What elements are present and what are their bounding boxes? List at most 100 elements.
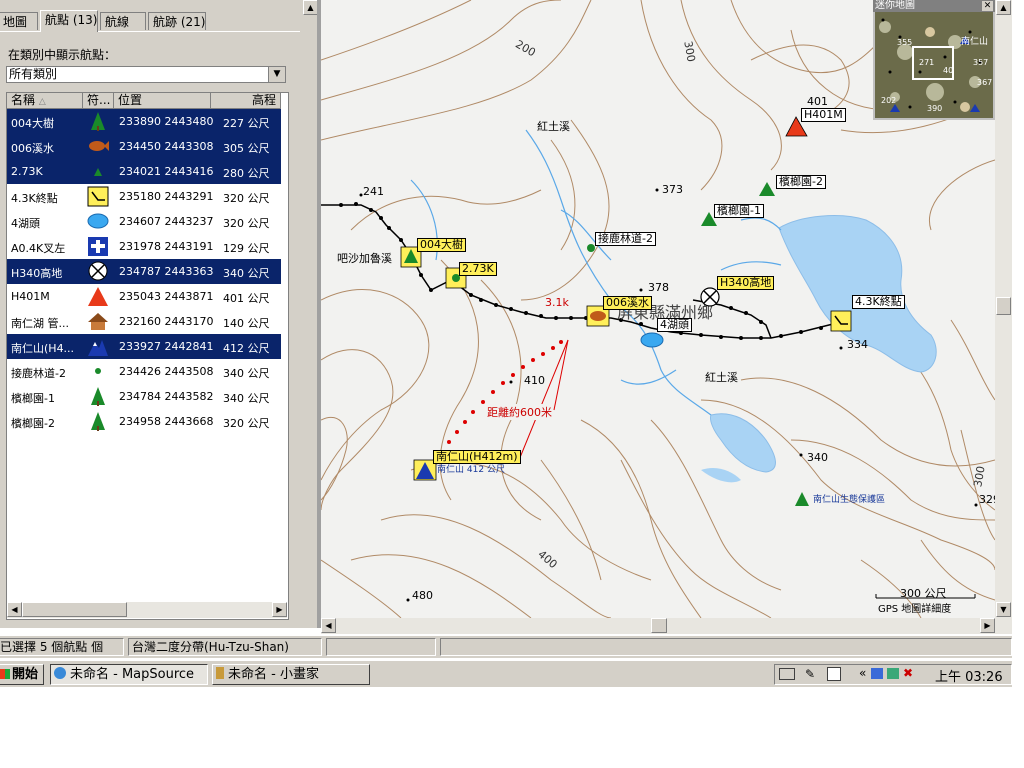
disconnected-icon[interactable]: ✖ [903,666,913,680]
column-header-elevation[interactable]: 高程 [211,93,281,109]
table-row[interactable]: H401M 235043 2443871 401 公尺 [7,284,281,309]
map-horizontal-scrollbar[interactable]: ◀ ▶ [321,618,995,634]
list-horizontal-scrollbar[interactable]: ◀ ▶ [7,602,287,618]
place-label: 紅土溪 [705,371,738,384]
minimap-window[interactable]: 迷你地圖 ✕ 355 南仁山 271 357 367 40 202 390 [873,0,995,120]
scroll-up-icon[interactable]: ▲ [996,0,1011,15]
waypoint-name: A0.4K叉左 [11,242,66,255]
minimap-label: 202 [881,96,897,105]
place-label: 紅土溪 [537,120,570,133]
scale-caption: GPS 地圖詳細度 [878,604,952,615]
waypoint-panel: 地圖 航點 (13) 航線 航跡 (21) 在類別中顯示航點： 所有類別 ▼ 名… [0,0,303,628]
spot-height-label: 334 [847,338,868,351]
waypoint-label[interactable]: 檳榔園-2 [776,175,826,189]
keyboard-icon[interactable] [779,668,795,680]
waypoint-label[interactable]: 006溪水 [603,296,652,310]
scroll-thumb[interactable] [651,618,667,633]
scroll-thumb[interactable] [996,297,1011,315]
sync-icon[interactable] [887,668,899,679]
waypoint-position: 234450 2443308 [119,140,214,153]
waypoint-position: 231978 2443191 [119,240,214,253]
waypoint-elevation: 320 公尺 [223,192,270,205]
spot-height-label: 340 [807,451,828,464]
waypoint-label[interactable]: 檳榔園-1 [714,204,764,218]
table-row[interactable]: 檳榔園-2 234958 2443668 320 公尺 [7,409,281,434]
minimap-label: 南仁山 [961,37,989,47]
column-header-position[interactable]: 位置 [114,93,211,109]
scroll-up-icon[interactable]: ▲ [303,0,318,15]
waypoint-elevation: 140 公尺 [223,317,270,330]
chevron-down-icon[interactable]: ▼ [268,67,285,82]
scroll-left-icon[interactable]: ◀ [321,618,336,633]
scroll-right-icon[interactable]: ▶ [272,602,287,617]
scroll-right-icon[interactable]: ▶ [980,618,995,633]
waypoint-elevation: 412 公尺 [223,342,270,355]
minimap-title: 迷你地圖 [873,0,995,12]
taskbar: 開始 未命名 - MapSource 未命名 - 小畫家 ✎ « ✖ 上午 03… [0,660,1012,687]
pen-icon[interactable]: ✎ [805,667,815,681]
waypoint-elevation: 340 公尺 [223,267,270,280]
waypoint-label[interactable]: 2.73K [459,262,497,276]
tab-tracks[interactable]: 航跡 (21) [148,12,206,30]
sort-ascending-icon: △ [38,97,46,107]
waypoint-label[interactable]: 004大樹 [417,238,466,252]
waypoint-name: 檳榔園-1 [11,392,55,405]
table-row[interactable]: 4.3K終點 235180 2443291 320 公尺 [7,184,281,209]
taskbar-app-paint[interactable]: 未命名 - 小畫家 [212,664,370,685]
waypoint-elevation: 305 公尺 [223,142,270,155]
panel-splitter[interactable]: ▲ [303,0,321,628]
map-vertical-scrollbar[interactable]: ▲ ▼ [995,0,1012,634]
minimap-label: 40 [943,66,954,75]
tree-icon [87,411,109,432]
expand-tray-icon[interactable]: « [859,666,866,680]
column-header-symbol[interactable]: 符... [83,93,114,109]
table-row[interactable]: 南仁山(H4... 233927 2442841 412 公尺 [7,334,281,359]
scroll-down-icon[interactable]: ▼ [996,602,1011,617]
scroll-thumb[interactable] [22,602,127,617]
medical-cross-icon [87,236,109,257]
waypoint-elevation: 227 公尺 [223,117,270,130]
column-header-name[interactable]: 名稱 △ [7,93,83,109]
scroll-left-icon[interactable]: ◀ [7,602,22,617]
minimap-body[interactable]: 355 南仁山 271 357 367 40 202 390 [875,12,993,118]
category-select-value: 所有類別 [9,67,58,81]
tablet-icon[interactable] [827,667,841,681]
category-select[interactable]: 所有類別 ▼ [6,66,286,83]
red-triangle-icon [87,286,109,307]
table-row[interactable]: H340高地 234787 2443363 340 公尺 [7,259,281,284]
waypoint-name: 檳榔園-2 [11,417,55,430]
network-icon[interactable] [871,668,883,679]
taskbar-app-mapsource[interactable]: 未命名 - MapSource [50,664,208,685]
table-row[interactable]: A0.4K叉左 231978 2443191 129 公尺 [7,234,281,259]
close-icon[interactable]: ✕ [982,1,993,11]
waypoint-label[interactable]: 4湖頭 [657,318,692,332]
waypoint-position: 233890 2443480 [119,115,214,128]
waypoint-elevation: 129 公尺 [223,242,270,255]
waypoint-label[interactable]: 接鹿林道-2 [595,232,656,246]
minimap-label: 390 [927,104,943,113]
start-button[interactable]: 開始 [0,664,44,685]
table-row[interactable]: 南仁湖 管... 232160 2443170 140 公尺 [7,309,281,334]
table-row[interactable]: 2.73K 234021 2443416 280 公尺 [7,159,281,184]
table-row[interactable]: 4湖頭 234607 2443237 320 公尺 [7,209,281,234]
waypoint-label[interactable]: H401M [801,108,846,122]
waypoint-name: H340高地 [11,267,63,280]
waypoint-elevation: 320 公尺 [223,217,270,230]
waypoint-name: 南仁湖 管... [11,317,69,330]
table-row[interactable]: 檳榔園-1 234784 2443582 340 公尺 [7,384,281,409]
tab-routes[interactable]: 航線 [100,12,146,30]
small-tree-icon [87,161,109,182]
green-dot-icon [87,361,109,382]
crossed-circle-icon [87,261,109,282]
waypoint-position: 234021 2443416 [119,165,214,178]
waypoint-position: 234958 2443668 [119,415,214,428]
tab-map[interactable]: 地圖 [0,12,38,30]
table-row[interactable]: 接鹿林道-2 234426 2443508 340 公尺 [7,359,281,384]
waypoint-label[interactable]: H340高地 [717,276,775,290]
waypoint-label[interactable]: 4.3K終點 [852,295,905,309]
waypoint-position: 234607 2443237 [119,215,214,228]
tab-waypoints[interactable]: 航點 (13) [40,10,98,32]
fish-icon [87,136,109,157]
table-row[interactable]: 006溪水 234450 2443308 305 公尺 [7,134,281,159]
table-row[interactable]: 004大樹 233890 2443480 227 公尺 [7,109,281,134]
